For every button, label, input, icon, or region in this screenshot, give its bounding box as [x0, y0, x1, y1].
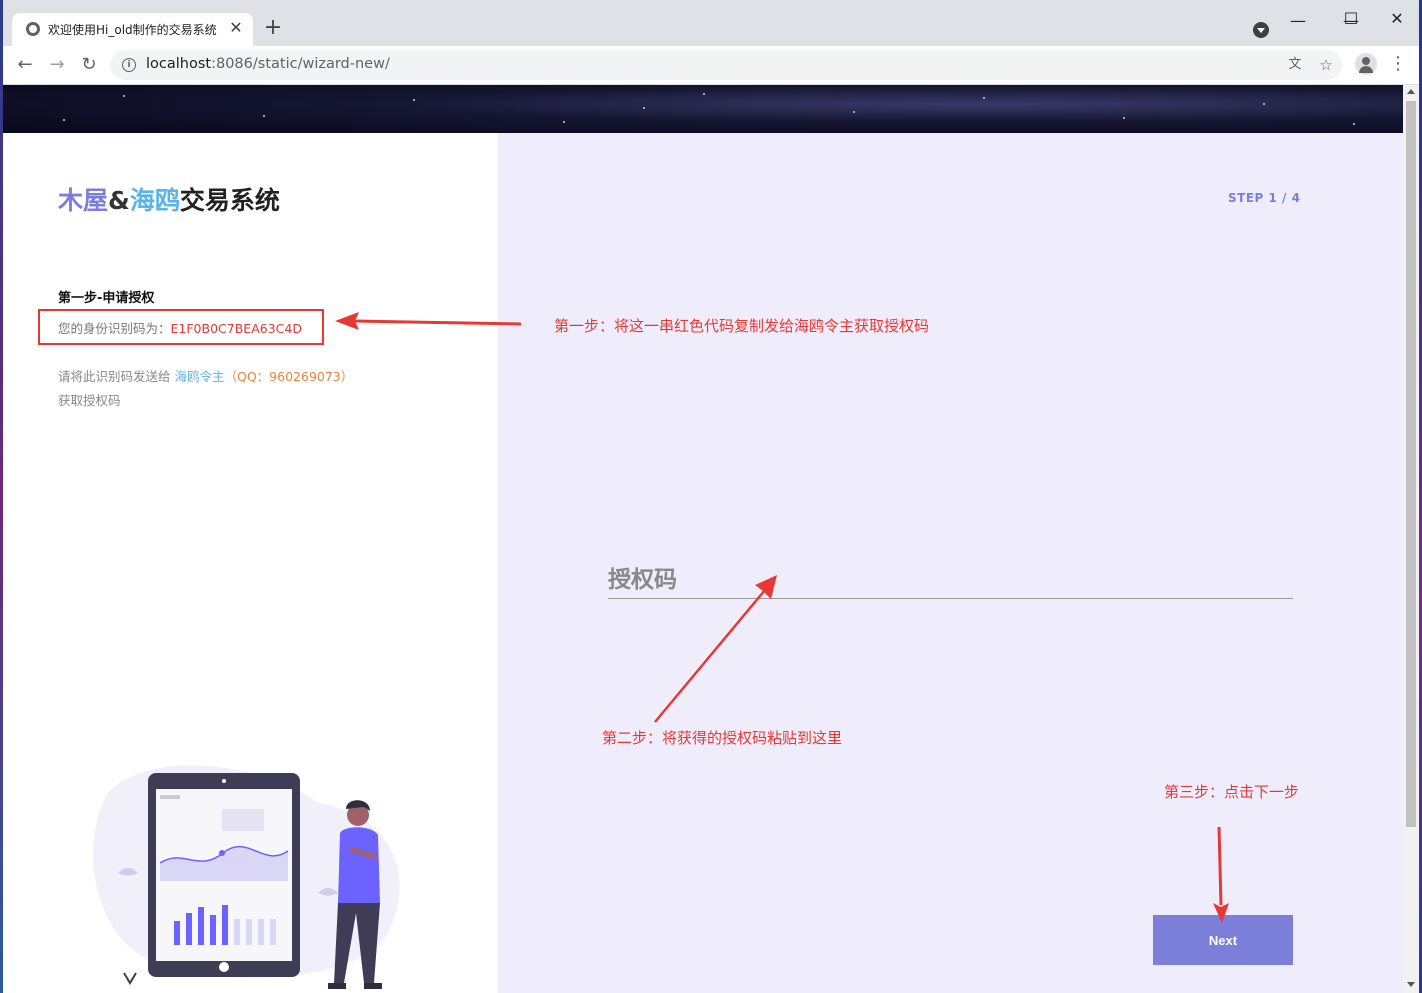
- identity-code-value: E1F0B0C7BEA63C4D: [170, 321, 302, 336]
- browser-window: 欢迎使用Hi_old制作的交易系统 ✕ + — — ☐ ✕ ← → ↻ i lo…: [3, 0, 1419, 993]
- page-content: 木屋&海鸥交易系统 第一步-申请授权 您的身份识别码为：E1F0B0C7BEA6…: [3, 85, 1403, 993]
- globe-icon: [26, 22, 40, 36]
- tablet-person-illustration: [93, 765, 400, 989]
- lord-name: 海鸥令主: [174, 369, 225, 384]
- tab-search-icon[interactable]: [1253, 22, 1269, 38]
- reload-icon[interactable]: ↻: [77, 53, 101, 77]
- left-panel: 木屋&海鸥交易系统 第一步-申请授权 您的身份识别码为：E1F0B0C7BEA6…: [3, 133, 498, 993]
- auth-code-underline: [608, 598, 1293, 599]
- new-tab-button[interactable]: +: [261, 16, 285, 40]
- starfield-banner: [3, 85, 1403, 133]
- site-info-icon[interactable]: i: [122, 58, 136, 72]
- scroll-down-arrow-icon[interactable]: [1407, 982, 1415, 987]
- translate-icon[interactable]: 文: [1286, 56, 1304, 74]
- tab-strip: 欢迎使用Hi_old制作的交易系统 ✕ + —: [3, 0, 1419, 46]
- app-logo: 木屋&海鸥交易系统: [58, 186, 280, 215]
- identity-code[interactable]: 您的身份识别码为：E1F0B0C7BEA63C4D: [58, 318, 302, 337]
- scroll-thumb[interactable]: [1406, 101, 1416, 827]
- url-text[interactable]: localhost:8086/static/wizard-new/: [146, 56, 390, 72]
- address-bar[interactable]: i localhost:8086/static/wizard-new/ 文 ☆: [110, 50, 1342, 80]
- annotation-step1: 第一步：将这一串红色代码复制发给海鸥令主获取授权码: [554, 317, 930, 335]
- step-title: 第一步-申请授权: [58, 291, 155, 306]
- tab-title: 欢迎使用Hi_old制作的交易系统: [48, 23, 217, 37]
- close-window-icon[interactable]: ✕: [1374, 4, 1419, 34]
- browser-menu-icon[interactable]: ⋮: [1389, 54, 1407, 76]
- instructions: 请将此识别码发送给 海鸥令主（QQ：960269073） 获取授权码: [58, 369, 354, 408]
- address-toolbar: ← → ↻ i localhost:8086/static/wizard-new…: [3, 46, 1419, 85]
- step-counter: STEP 1 / 4: [1228, 191, 1301, 205]
- annotation-step2: 第二步：将获得的授权码粘贴到这里: [602, 729, 843, 747]
- minimize-icon[interactable]: —: [1275, 6, 1321, 36]
- tab-close-icon[interactable]: ✕: [227, 18, 245, 38]
- browser-tab[interactable]: 欢迎使用Hi_old制作的交易系统 ✕: [12, 13, 253, 46]
- qq-contact: （QQ：960269073）: [224, 369, 354, 384]
- forward-arrow-icon[interactable]: →: [45, 53, 69, 77]
- back-arrow-icon[interactable]: ←: [13, 53, 37, 77]
- profile-avatar-icon[interactable]: [1355, 53, 1377, 75]
- bookmark-star-icon[interactable]: ☆: [1317, 56, 1335, 74]
- annotation-step3: 第三步：点击下一步: [1164, 783, 1300, 801]
- scroll-up-arrow-icon[interactable]: [1407, 89, 1415, 94]
- auth-code-input[interactable]: [608, 555, 1297, 599]
- maximize-icon[interactable]: ☐: [1328, 4, 1374, 34]
- next-button[interactable]: Next: [1153, 915, 1293, 965]
- vertical-scrollbar[interactable]: [1403, 85, 1419, 993]
